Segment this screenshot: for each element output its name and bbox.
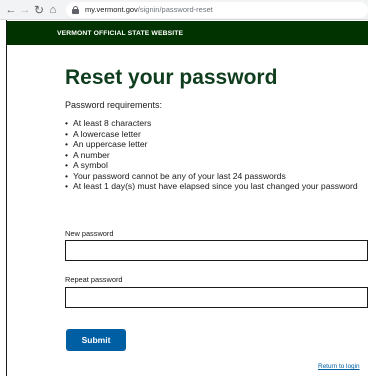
list-item: A number [65,150,365,161]
new-password-label: New password [65,229,114,238]
address-bar[interactable]: my.vermont.gov/signin/password-reset [66,1,368,18]
return-to-login-link[interactable]: Return to login [318,363,360,370]
browser-toolbar: ← → ↻ ⌂ my.vermont.gov/signin/password-r… [0,0,368,20]
list-item: At least 8 characters [65,118,365,129]
list-item: A symbol [65,160,365,171]
new-password-input[interactable] [65,240,368,261]
list-item: An uppercase letter [65,139,365,150]
submit-button[interactable]: Submit [66,329,126,351]
repeat-password-input[interactable] [65,287,368,308]
page-title: Reset your password [65,66,278,89]
arrow-left-icon[interactable]: ← [4,0,18,20]
requirements-heading: Password requirements: [65,100,163,110]
banner-text: VERMONT OFFICIAL STATE WEBSITE [57,29,184,37]
list-item: A lowercase letter [65,129,365,140]
url-path: /signin/password-reset [137,5,213,14]
url-domain: my.vermont.gov [85,5,138,14]
reload-icon[interactable]: ↻ [32,0,46,20]
repeat-password-label: Repeat password [65,275,123,284]
list-item: Your password cannot be any of your last… [65,171,365,182]
list-item: At least 1 day(s) must have elapsed sinc… [65,181,365,192]
lock-icon [72,5,79,14]
requirements-list: At least 8 characters A lowercase letter… [65,118,365,192]
home-icon[interactable]: ⌂ [46,0,60,20]
arrow-right-icon[interactable]: → [18,0,32,20]
official-site-banner: VERMONT OFFICIAL STATE WEBSITE [7,21,368,45]
